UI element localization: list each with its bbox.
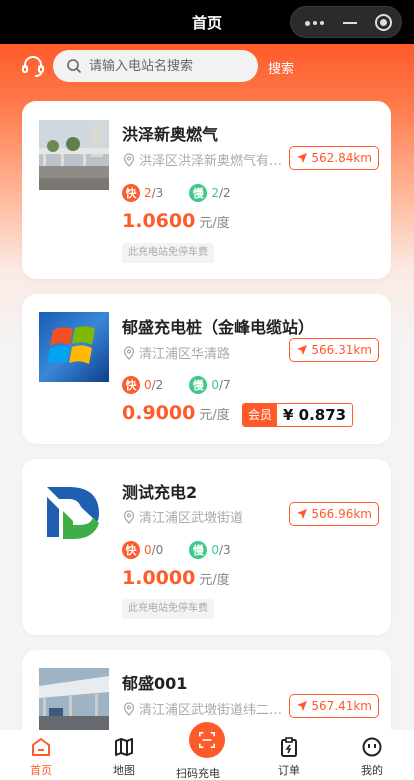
distance-text: 566.96km: [311, 507, 372, 521]
distance-text: 566.31km: [311, 343, 372, 357]
station-card[interactable]: 测试充电2 清江浦区武墩街道 566.96km 快 0/0 慢 0/3 1.00…: [22, 459, 391, 635]
search-button[interactable]: 搜索: [268, 58, 294, 77]
scan-charge-button[interactable]: [189, 722, 225, 758]
navigation-arrow-icon: [297, 701, 308, 711]
station-card[interactable]: 郁盛充电桩（金峰电缆站） 清江浦区华清路 566.31km 快 0/2 慢 0/…: [22, 294, 391, 444]
price: 1.0000 元/度: [122, 567, 230, 589]
address-text: 清江浦区华清路: [139, 347, 231, 362]
slow-charge-count: 0/7: [211, 378, 231, 392]
price-unit: 元/度: [199, 216, 230, 231]
tab-scan-label[interactable]: 扫码充电: [176, 765, 220, 780]
orders-icon: [281, 737, 297, 757]
more-menu-icon[interactable]: [305, 20, 324, 26]
distance-text: 562.84km: [311, 151, 372, 165]
minimize-icon[interactable]: [343, 22, 357, 24]
distance-text: 567.41km: [311, 699, 372, 713]
miniprogram-capsule: [290, 6, 402, 38]
map-icon: [115, 738, 133, 756]
tab-home[interactable]: 首页: [11, 730, 71, 778]
distance-badge[interactable]: 567.41km: [289, 694, 379, 718]
tab-map-label: 地图: [113, 764, 135, 777]
profile-icon: [362, 737, 382, 757]
station-photo: [39, 312, 109, 382]
distance-badge[interactable]: 566.31km: [289, 338, 379, 362]
slow-charge-count: 0/3: [211, 543, 231, 557]
navigation-arrow-icon: [297, 345, 308, 355]
address-text: 洪泽区洪泽新奥燃气有…: [139, 154, 283, 169]
close-miniprogram-icon[interactable]: [375, 14, 392, 31]
free-parking-tag: 此充电站免停车费: [122, 243, 214, 263]
location-pin-icon: [123, 701, 135, 716]
station-name: 郁盛001: [122, 674, 188, 693]
slow-charge-count: 2/2: [211, 186, 231, 200]
navigation-arrow-icon: [297, 509, 308, 519]
station-name: 洪泽新奥燃气: [122, 125, 219, 144]
member-label: 会员: [243, 404, 278, 426]
location-pin-icon: [123, 345, 135, 360]
address-text: 清江浦区武墩街道纬二…: [139, 703, 283, 718]
location-pin-icon: [123, 152, 135, 167]
search-icon: [67, 59, 82, 74]
distance-badge[interactable]: 562.84km: [289, 146, 379, 170]
scan-icon: [198, 731, 216, 749]
tab-orders[interactable]: 订单: [259, 730, 319, 778]
member-price-value: ¥ 0.873: [283, 406, 347, 424]
free-parking-tag: 此充电站免停车费: [122, 599, 214, 619]
station-card[interactable]: 洪泽新奥燃气 洪泽区洪泽新奥燃气有… 562.84km 快 2/3 慢 2/2 …: [22, 101, 391, 279]
station-photo: [39, 668, 109, 738]
station-logo: [39, 477, 109, 547]
slow-charge-badge: 慢: [189, 541, 208, 559]
search-bar: 搜索: [0, 48, 414, 88]
price: 1.0600 元/度: [122, 210, 230, 232]
home-icon: [32, 738, 50, 756]
price-value: 0.9000: [122, 402, 196, 424]
price-value: 1.0000: [122, 567, 196, 589]
charger-counts: 快 0/2 慢 0/7: [122, 376, 231, 394]
fast-charge-badge: 快: [122, 376, 140, 394]
price-unit: 元/度: [199, 573, 230, 588]
station-photo: [39, 120, 109, 190]
tab-orders-label: 订单: [278, 764, 300, 777]
search-input[interactable]: [89, 55, 249, 77]
price-value: 1.0600: [122, 210, 196, 232]
charger-counts: 快 0/0 慢 0/3: [122, 541, 231, 559]
customer-service-icon[interactable]: [20, 54, 46, 80]
member-price-badge: 会员 ¥ 0.873: [242, 403, 354, 427]
slow-charge-badge: 慢: [189, 376, 208, 394]
tab-map[interactable]: 地图: [94, 730, 154, 778]
fast-charge-count: 0/2: [144, 378, 164, 392]
tab-home-label: 首页: [30, 764, 52, 777]
search-box[interactable]: [53, 50, 258, 82]
station-address: 清江浦区武墩街道纬二…: [122, 699, 282, 718]
address-text: 清江浦区武墩街道: [139, 511, 244, 526]
fast-charge-count: 2/3: [144, 186, 164, 200]
top-nav-bar: 首页: [0, 0, 414, 44]
fast-charge-badge: 快: [122, 541, 140, 559]
station-address: 清江浦区武墩街道: [122, 507, 243, 526]
station-address: 清江浦区华清路: [122, 343, 230, 362]
station-name: 郁盛充电桩（金峰电缆站）: [122, 318, 315, 337]
distance-badge[interactable]: 566.96km: [289, 502, 379, 526]
tab-mine-label: 我的: [361, 764, 383, 777]
slow-charge-badge: 慢: [189, 184, 208, 202]
fast-charge-count: 0/0: [144, 543, 164, 557]
price: 0.9000 元/度: [122, 402, 230, 424]
fast-charge-badge: 快: [122, 184, 140, 202]
navigation-arrow-icon: [297, 153, 308, 163]
station-name: 测试充电2: [122, 483, 198, 502]
location-pin-icon: [123, 509, 135, 524]
tab-mine[interactable]: 我的: [342, 730, 402, 778]
price-unit: 元/度: [199, 408, 230, 423]
station-address: 洪泽区洪泽新奥燃气有…: [122, 150, 282, 169]
charger-counts: 快 2/3 慢 2/2: [122, 184, 231, 202]
